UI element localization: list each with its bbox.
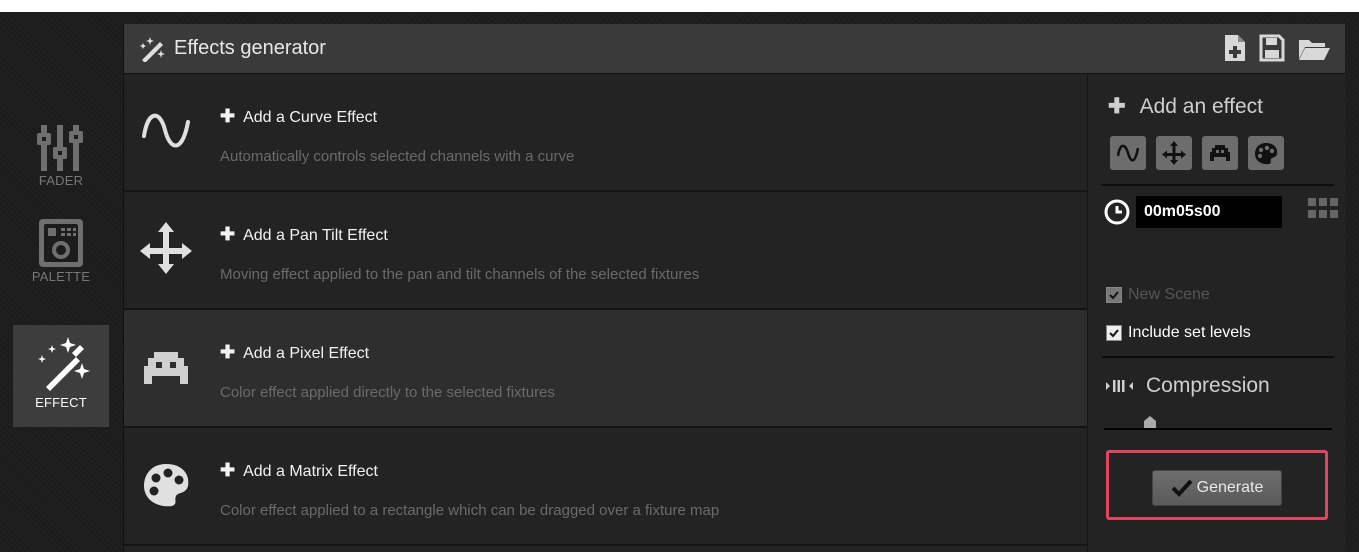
effects-generator-panel: Effects generator ✚ Add a Curve Effect A… — [123, 24, 1345, 552]
save-icon[interactable] — [1259, 34, 1285, 62]
effect-row-pixel[interactable]: ✚ Add a Pixel Effect Color effect applied… — [124, 310, 1087, 428]
duration-row: 00m05s00 — [1104, 196, 1282, 228]
include-levels-label: Include set levels — [1128, 324, 1251, 341]
compression-label: Compression — [1146, 374, 1270, 397]
right-sidebar: ✚ Add an effect 00m05s00 New Scene Inclu… — [1087, 74, 1346, 552]
effect-title: ✚ Add a Matrix Effect — [220, 460, 378, 481]
effect-description: Automatically controls selected channels… — [220, 148, 575, 165]
move-arrows-icon — [1162, 141, 1186, 165]
side-item-label: EFFECT — [35, 395, 87, 410]
add-curve-button[interactable] — [1110, 136, 1146, 170]
plus-icon: ✚ — [220, 460, 236, 480]
effect-row-matrix[interactable]: ✚ Add a Matrix Effect Color effect applie… — [124, 428, 1087, 546]
effect-description: Color effect applied directly to the sel… — [220, 384, 555, 401]
panel-title: Effects generator — [174, 37, 326, 59]
side-item-label: FADER — [38, 173, 84, 188]
check-icon — [1109, 291, 1119, 300]
new-scene-checkbox-row[interactable]: New Scene — [1106, 286, 1210, 304]
magic-wand-icon — [38, 337, 90, 391]
check-icon — [1109, 329, 1119, 338]
plus-icon: ✚ — [220, 224, 236, 244]
side-item-fader[interactable]: FADER — [13, 117, 109, 217]
effect-title: ✚ Add a Pixel Effect — [220, 342, 369, 363]
curve-icon — [1116, 144, 1140, 162]
effect-description: Moving effect applied to the pan and til… — [220, 266, 700, 283]
top-strip — [0, 0, 1359, 12]
clock-icon — [1104, 199, 1130, 225]
effect-title: ✚ Add a Curve Effect — [220, 106, 377, 127]
side-menu: FADER PALETTE EFFECT — [0, 12, 123, 552]
compression-title: Compression — [1106, 374, 1270, 398]
space-invader-icon — [144, 352, 188, 384]
curve-icon — [142, 113, 190, 148]
time-stepper[interactable] — [1308, 198, 1338, 218]
generate-button[interactable]: Generate — [1152, 470, 1282, 506]
compression-slider[interactable] — [1104, 428, 1332, 430]
side-item-label: PALETTE — [31, 269, 91, 284]
new-scene-checkbox[interactable] — [1106, 287, 1122, 303]
generate-label: Generate — [1196, 479, 1264, 496]
add-effect-buttons — [1110, 136, 1284, 170]
side-item-effect[interactable]: EFFECT — [13, 325, 109, 427]
effect-title: ✚ Add a Pan Tilt Effect — [220, 224, 388, 245]
palette-icon — [39, 219, 83, 267]
fader-icon — [37, 125, 83, 171]
header-icons — [1223, 34, 1331, 62]
duration-input[interactable]: 00m05s00 — [1136, 196, 1282, 228]
plus-icon: ✚ — [1108, 95, 1126, 118]
divider — [1102, 356, 1334, 358]
check-icon — [1171, 479, 1193, 497]
include-levels-checkbox[interactable] — [1106, 325, 1122, 341]
add-pixel-button[interactable] — [1202, 136, 1238, 170]
effect-list: ✚ Add a Curve Effect Automatically contro… — [124, 74, 1087, 552]
panel-header: Effects generator — [124, 24, 1345, 74]
magic-wand-icon — [140, 36, 165, 62]
new-file-icon[interactable] — [1223, 34, 1247, 62]
open-folder-icon[interactable] — [1297, 34, 1331, 62]
add-pan-tilt-button[interactable] — [1156, 136, 1192, 170]
add-matrix-button[interactable] — [1248, 136, 1284, 170]
plus-icon: ✚ — [220, 106, 236, 126]
divider — [1102, 184, 1334, 186]
effect-title-text: Add a Pan Tilt Effect — [243, 227, 388, 244]
effect-row-curve[interactable]: ✚ Add a Curve Effect Automatically contro… — [124, 74, 1087, 192]
add-effect-title: ✚ Add an effect — [1108, 94, 1263, 119]
effect-title-text: Add a Pixel Effect — [243, 345, 370, 362]
side-item-palette[interactable]: PALETTE — [13, 217, 109, 317]
effect-description: Color effect applied to a rectangle whic… — [220, 502, 720, 519]
space-invader-icon — [1210, 145, 1230, 161]
add-effect-label: Add an effect — [1139, 95, 1263, 118]
effect-title-text: Add a Matrix Effect — [243, 463, 378, 480]
move-arrows-icon — [140, 222, 192, 274]
slider-thumb[interactable] — [1144, 416, 1156, 428]
palette-icon — [1255, 143, 1278, 165]
effect-title-text: Add a Curve Effect — [243, 109, 378, 126]
new-scene-label: New Scene — [1128, 286, 1210, 303]
include-levels-checkbox-row[interactable]: Include set levels — [1106, 324, 1251, 342]
compression-icon — [1106, 380, 1133, 392]
palette-icon — [144, 464, 189, 507]
effect-row-pan-tilt[interactable]: ✚ Add a Pan Tilt Effect Moving effect app… — [124, 192, 1087, 310]
plus-icon: ✚ — [220, 342, 236, 362]
